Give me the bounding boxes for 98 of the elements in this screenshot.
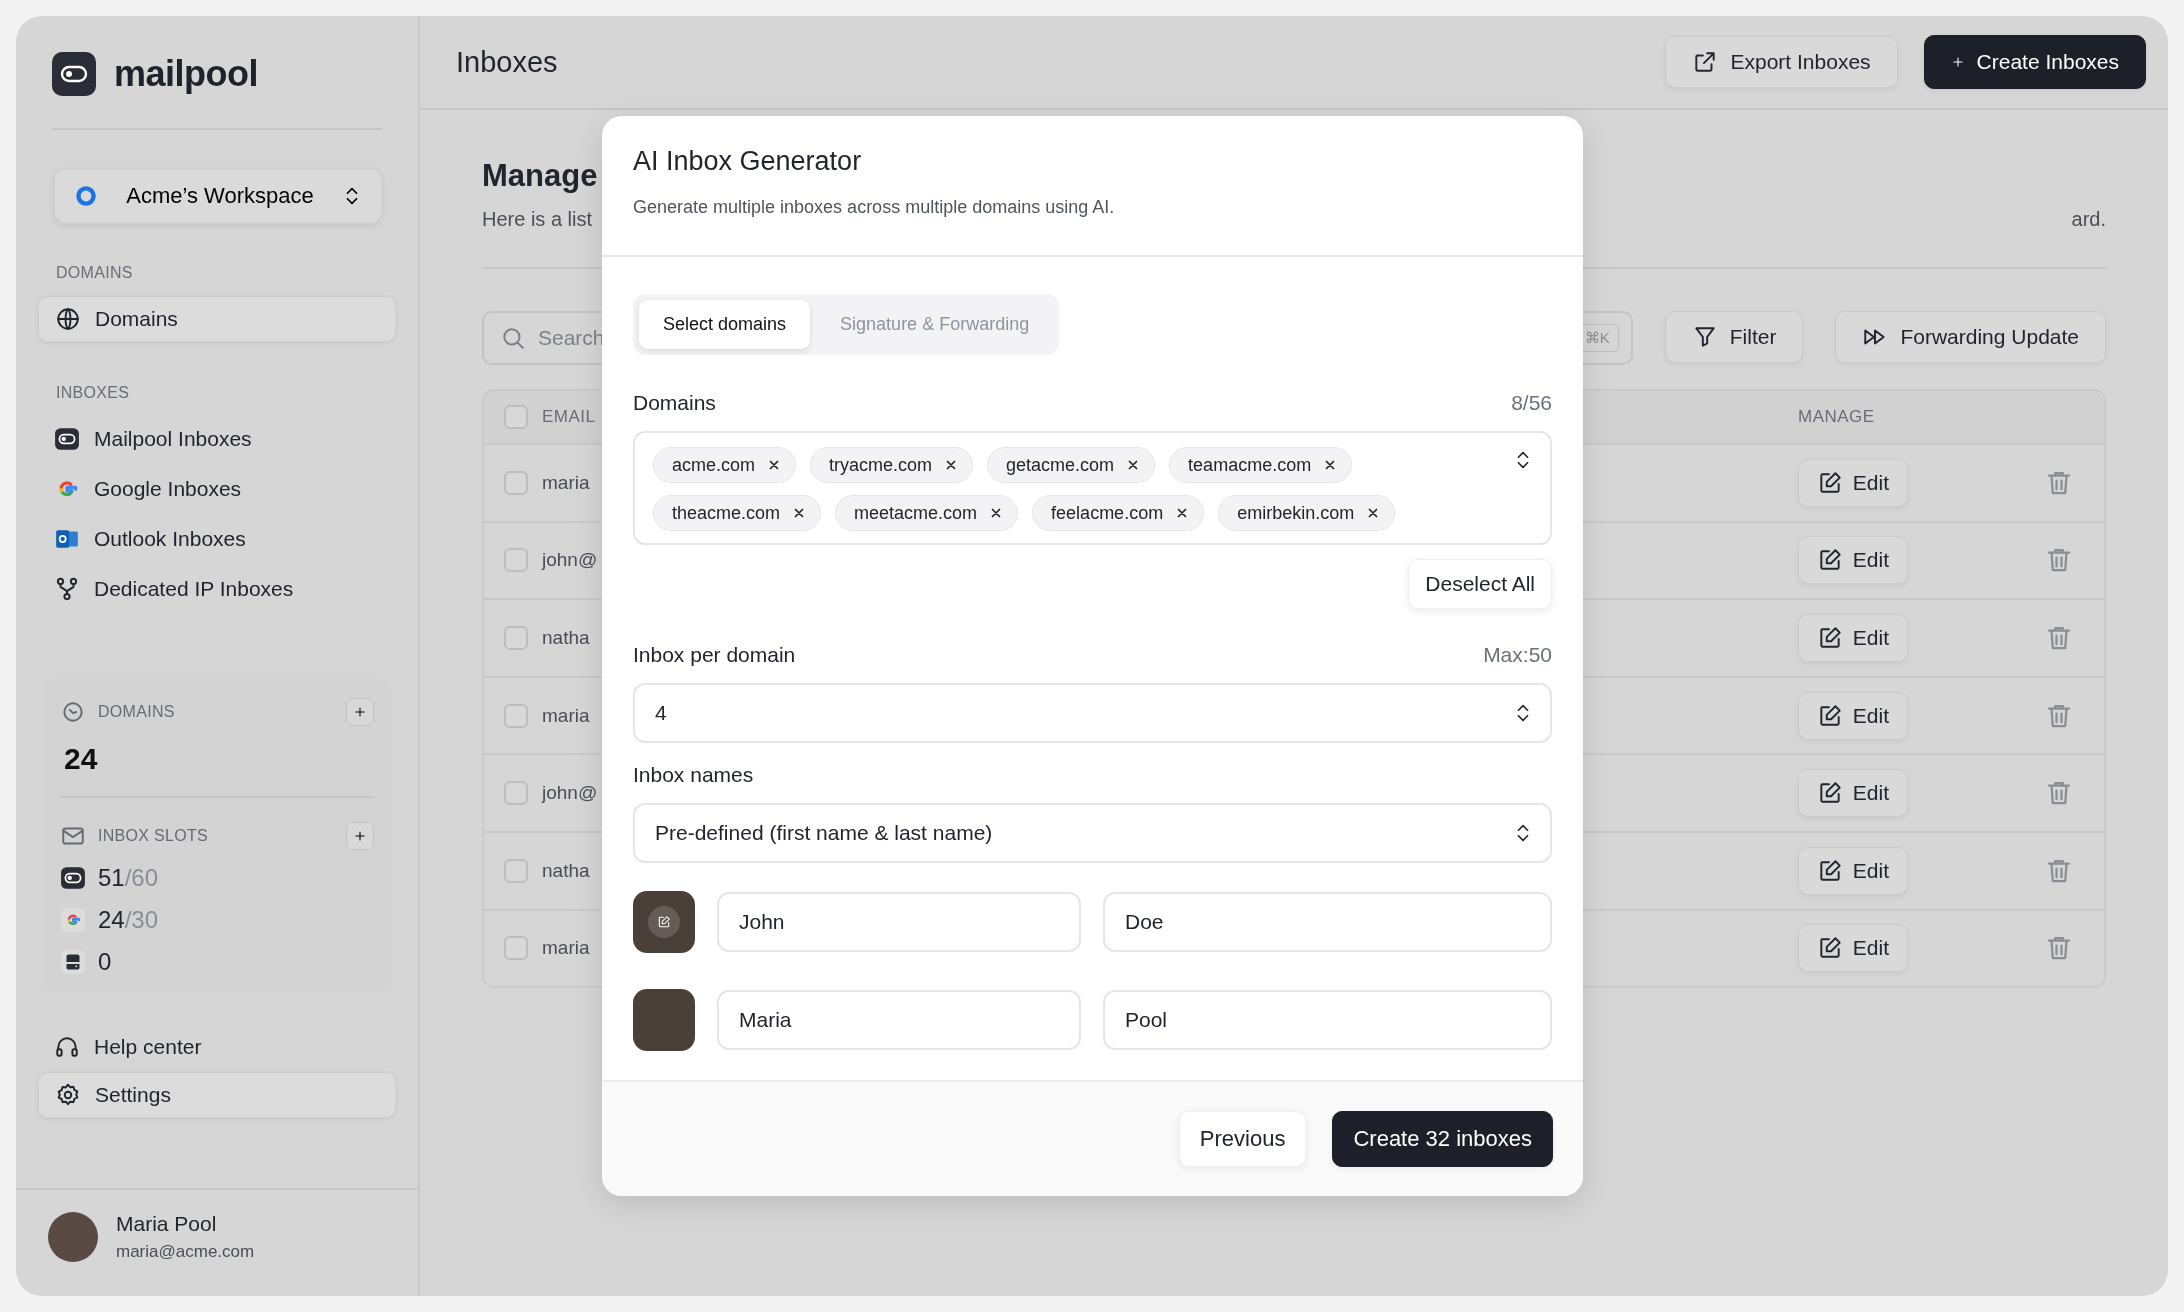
domain-chip[interactable]: acme.com: [653, 447, 797, 483]
branch-icon: [54, 576, 80, 602]
domain-chip[interactable]: theacme.com: [653, 495, 822, 531]
edit-button[interactable]: [648, 906, 680, 938]
user-name: Maria Pool: [116, 1212, 218, 1236]
add-button[interactable]: [346, 822, 374, 850]
workspace-ring-icon: [73, 183, 99, 209]
page-description: ard.: [2071, 208, 2106, 231]
filter-button[interactable]: Filter: [1664, 311, 1804, 363]
table-cell: natha: [542, 859, 590, 881]
avatar-placeholder: [48, 1212, 98, 1262]
previous-button[interactable]: Previous: [1178, 1111, 1307, 1167]
table-cell: john@: [542, 549, 598, 571]
user-email: maria@acme.com: [116, 1242, 255, 1262]
page-heading: Manage: [482, 158, 598, 194]
toolbar-button[interactable]: Forwarding Update: [1835, 311, 2106, 363]
section-heading: DOMAINS: [56, 264, 134, 282]
search-icon: [500, 325, 526, 351]
domain-chip[interactable]: getacme.com: [987, 447, 1156, 483]
input-field[interactable]: Doe: [1103, 892, 1552, 952]
stat-label: INBOX SLOTS: [98, 827, 209, 845]
domain-chip[interactable]: teamacme.com: [1169, 447, 1353, 483]
edit-button[interactable]: Edit: [1797, 614, 1908, 662]
field-hint: 8/56: [1511, 391, 1552, 415]
column-header: EMAIL: [542, 407, 596, 426]
checkbox[interactable]: [504, 703, 528, 728]
export-button[interactable]: Export Inboxes: [1665, 36, 1898, 88]
input-field[interactable]: Pool: [1103, 990, 1552, 1050]
input-field[interactable]: Maria: [717, 990, 1081, 1050]
sidebar-item[interactable]: Mailpool Inboxes: [38, 416, 396, 462]
dialog-title: AI Inbox Generator: [633, 146, 863, 177]
plus-icon: [353, 829, 367, 843]
input-field[interactable]: John: [717, 892, 1081, 952]
slot-count: 51/60: [98, 864, 159, 892]
sidebar-item[interactable]: Outlook Inboxes: [38, 516, 396, 562]
sidebar-item[interactable]: Domains: [38, 296, 396, 342]
checkbox[interactable]: [504, 781, 528, 806]
sidebar-item[interactable]: Dedicated IP Inboxes: [38, 566, 396, 612]
logo-icon: [52, 52, 96, 96]
table-cell: maria: [542, 704, 590, 726]
table-cell: maria: [542, 937, 590, 959]
table-cell: maria: [542, 471, 590, 493]
dial-icon: [60, 699, 86, 725]
tab[interactable]: Select domains: [639, 300, 811, 349]
domain-chip[interactable]: tryacme.com: [810, 447, 974, 483]
checkbox[interactable]: [504, 548, 528, 573]
headset-icon: [54, 1034, 80, 1060]
edit-button[interactable]: Edit: [1797, 846, 1908, 895]
table-cell: natha: [542, 627, 590, 648]
google-g-icon: [60, 907, 86, 933]
checkbox[interactable]: [504, 470, 528, 495]
domain-chip[interactable]: feelacme.com: [1032, 495, 1205, 531]
globe-icon: [55, 306, 81, 332]
field-label: Inbox names: [633, 763, 754, 787]
dialog-subtitle: Generate multiple inboxes across multiple domains using AI.: [633, 197, 1116, 218]
create-button[interactable]: Create Inboxes: [1923, 35, 2146, 89]
checkbox[interactable]: [504, 405, 528, 429]
slot-count: 24/30: [98, 906, 159, 934]
edit-button[interactable]: Edit: [1797, 691, 1908, 740]
column-header: MANAGE: [1798, 407, 1876, 427]
drive-icon: [60, 949, 86, 975]
dropdown[interactable]: Pre-defined (first name & last name): [633, 803, 1552, 863]
toggle-logo-icon: [60, 865, 86, 891]
field-label: Inbox per domain: [633, 643, 796, 667]
sidebar-item[interactable]: Google Inboxes: [38, 466, 396, 512]
page-description: Here is a list: [482, 208, 593, 231]
deselect-button[interactable]: Deselect All: [1408, 559, 1552, 609]
sidebar-link[interactable]: Help center: [38, 1024, 396, 1070]
edit-icon: [657, 915, 671, 929]
plus-icon: [1950, 55, 1965, 69]
edit-button[interactable]: Edit: [1797, 458, 1908, 507]
create-button[interactable]: Create 32 inboxes: [1332, 1111, 1553, 1167]
edit-button[interactable]: Edit: [1797, 769, 1908, 818]
plus-icon: [353, 705, 367, 719]
checkbox[interactable]: [504, 858, 528, 883]
settings-icon: [55, 1082, 81, 1108]
domain-chip[interactable]: meetacme.com: [835, 495, 1019, 531]
table-cell: john@: [542, 782, 598, 804]
workspace-selector[interactable]: Acme’s Workspace: [54, 168, 382, 224]
page-title: Inboxes: [456, 45, 559, 79]
sidebar-link[interactable]: Settings: [38, 1072, 396, 1118]
domain-count: 24: [64, 742, 99, 776]
field-hint: Max:50: [1483, 643, 1552, 667]
checkbox[interactable]: [504, 626, 528, 650]
field-label: Domains: [633, 391, 716, 415]
section-heading: INBOXES: [56, 384, 131, 402]
domain-select[interactable]: acme.com tryacme.com getacme.com teamacme.com theacme.com meetacme.com feelacme.com emirbekin.com: [633, 431, 1552, 545]
domain-chip[interactable]: emirbekin.com: [1218, 495, 1396, 531]
add-button[interactable]: [346, 698, 374, 726]
stat-label: DOMAINS: [98, 703, 176, 721]
logo-wordmark: mailpool: [114, 53, 258, 95]
edit-button[interactable]: Edit: [1797, 536, 1908, 585]
checkbox[interactable]: [504, 936, 528, 961]
toggle-logo-icon: [54, 426, 80, 452]
number-select[interactable]: 4: [633, 683, 1552, 743]
search-placeholder: Search: [538, 326, 606, 350]
slot-count: 0: [98, 948, 112, 976]
edit-button[interactable]: Edit: [1797, 924, 1908, 973]
